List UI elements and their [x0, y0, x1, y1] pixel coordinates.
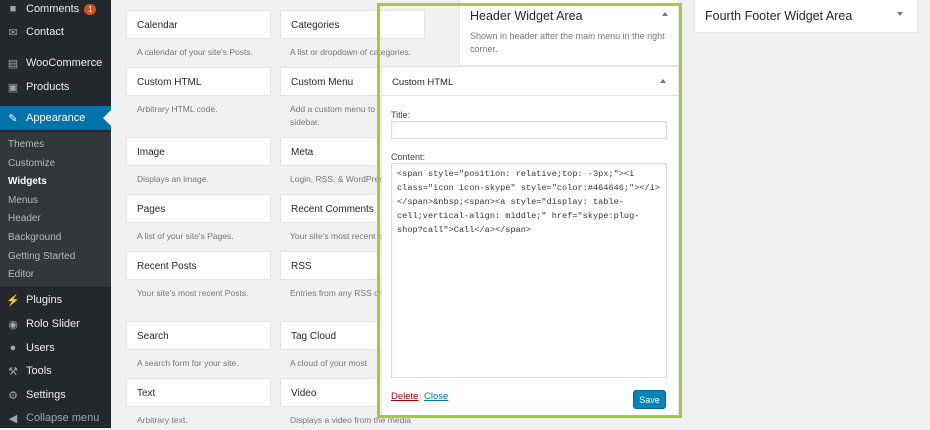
slider-icon: ◉: [8, 318, 18, 331]
menu-appearance[interactable]: ✎ Appearance: [0, 106, 111, 130]
plugin-icon: ⚡: [6, 294, 20, 307]
menu-label: Collapse menu: [26, 412, 100, 424]
menu-woocommerce[interactable]: ▤ WooCommerce: [0, 51, 111, 75]
widget-custom-html[interactable]: Custom HTML: [126, 67, 271, 96]
users-icon: ●: [9, 342, 17, 354]
widget-desc: A search form for your site.: [137, 358, 239, 368]
widget-image[interactable]: Image: [126, 137, 271, 166]
collapse-icon: ◀: [8, 412, 18, 425]
widget-desc: Arbitrary HTML code.: [137, 104, 218, 114]
area-title: Fourth Footer Widget Area: [705, 9, 853, 23]
expand-arrow-icon[interactable]: [897, 12, 903, 16]
menu-label: Appearance: [26, 112, 86, 124]
menu-rolo-slider[interactable]: ◉ Rolo Slider: [0, 312, 111, 336]
submenu-getting-started[interactable]: Getting Started: [8, 251, 75, 262]
submenu-themes[interactable]: Themes: [8, 139, 44, 150]
menu-label: Tools: [26, 365, 52, 377]
menu-label: Comments: [26, 3, 80, 15]
submenu-widgets[interactable]: Widgets: [8, 176, 47, 187]
menu-label: Plugins: [26, 294, 63, 306]
menu-label: Rolo Slider: [26, 318, 80, 330]
widget-desc: Add a custom menu to sidebar.: [290, 104, 376, 127]
highlight-frame: [377, 3, 682, 418]
menu-label: Products: [26, 81, 70, 93]
menu-tools[interactable]: ⚒ Tools: [0, 359, 111, 383]
wrench-icon: ⚒: [8, 365, 18, 378]
menu-plugins[interactable]: ⚡ Plugins: [0, 288, 111, 312]
comment-icon: ■: [9, 3, 17, 15]
widget-desc: A calendar of your site's Posts.: [137, 47, 253, 57]
submenu-editor[interactable]: Editor: [8, 269, 34, 280]
comment-count-badge: 1: [84, 3, 97, 15]
menu-settings[interactable]: ⚙ Settings: [0, 383, 111, 407]
products-icon: ▣: [7, 81, 19, 94]
widget-pages[interactable]: Pages: [126, 194, 271, 223]
mail-icon: ✉: [8, 26, 18, 39]
menu-label: WooCommerce: [26, 57, 103, 69]
widget-recent-posts[interactable]: Recent Posts: [126, 251, 271, 280]
widget-search[interactable]: Search: [126, 321, 271, 350]
menu-label: Settings: [26, 389, 66, 401]
menu-contact[interactable]: ✉ Contact: [0, 20, 111, 44]
menu-comments[interactable]: ■ Comments 1: [0, 0, 111, 21]
widget-text[interactable]: Text: [126, 378, 271, 407]
menu-products[interactable]: ▣ Products: [0, 75, 111, 99]
widget-desc: A list of your site's Pages.: [137, 231, 234, 241]
menu-label: Users: [26, 342, 55, 354]
menu-users[interactable]: ● Users: [0, 336, 111, 360]
widget-desc: Displays an image.: [137, 174, 209, 184]
settings-icon: ⚙: [8, 389, 18, 402]
submenu-menus[interactable]: Menus: [8, 195, 38, 206]
woocommerce-icon: ▤: [7, 57, 19, 70]
submenu-customize[interactable]: Customize: [8, 158, 55, 169]
widget-desc: Arbitrary text.: [137, 415, 188, 425]
paintbrush-icon: ✎: [8, 112, 18, 125]
fourth-footer-widget-area[interactable]: Fourth Footer Widget Area: [694, 0, 918, 33]
menu-label: Contact: [26, 26, 64, 38]
widget-calendar[interactable]: Calendar: [126, 10, 271, 39]
menu-collapse[interactable]: ◀ Collapse menu: [0, 406, 111, 430]
widget-desc: Your site's most recent Posts.: [137, 288, 249, 298]
submenu-background[interactable]: Background: [8, 232, 61, 243]
admin-sidebar: ■ Comments 1 ✉ Contact ▤ WooCommerce ▣ P…: [0, 0, 111, 428]
submenu-header[interactable]: Header: [8, 213, 41, 224]
appearance-submenu: Themes Customize Widgets Menus Header Ba…: [0, 132, 111, 287]
